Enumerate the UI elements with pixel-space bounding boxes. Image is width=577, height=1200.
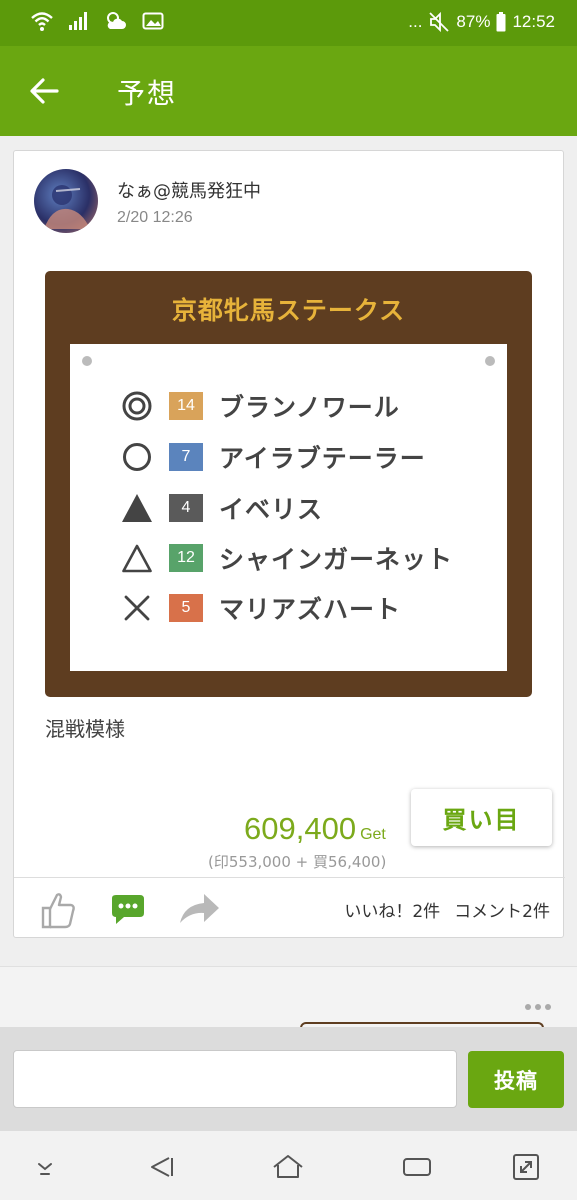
recent-apps-icon[interactable] bbox=[399, 1149, 435, 1185]
signal-icon bbox=[68, 11, 90, 31]
pick-row: 5 マリアズハート bbox=[120, 590, 401, 626]
battery-percent: 87% bbox=[456, 12, 491, 31]
battery-icon bbox=[496, 12, 506, 32]
comment-bubble-icon[interactable] bbox=[109, 894, 147, 930]
wifi-icon bbox=[30, 10, 54, 32]
user-name[interactable]: なぁ@競馬発狂中 bbox=[117, 177, 261, 203]
page-title: 予想 bbox=[117, 77, 178, 110]
card-divider bbox=[14, 877, 565, 878]
double-circle-mark-icon bbox=[120, 389, 154, 423]
horse-name: ブランノワール bbox=[219, 393, 400, 422]
comment-count[interactable]: コメント2件 bbox=[454, 897, 550, 922]
submit-button[interactable]: 投稿 bbox=[468, 1051, 564, 1108]
weather-icon bbox=[104, 10, 128, 32]
horse-name: アイラブテーラー bbox=[219, 444, 426, 473]
pin-left bbox=[82, 356, 92, 366]
expand-icon[interactable] bbox=[508, 1149, 544, 1185]
clock: 12:52 bbox=[512, 12, 555, 31]
pick-row: 12 シャインガーネット bbox=[120, 540, 453, 576]
status-bar: ... 87% 12:52 bbox=[0, 0, 577, 46]
notification-dots: ... bbox=[408, 12, 423, 31]
back-nav-icon[interactable] bbox=[143, 1149, 179, 1185]
pick-row: 4 イベリス bbox=[120, 490, 323, 526]
pick-row: 14 ブランノワール bbox=[120, 388, 400, 424]
post-comment: 混戦模様 bbox=[45, 717, 125, 741]
image-icon bbox=[142, 12, 164, 30]
prediction-card: なぁ@競馬発狂中 2/20 12:26 京都牝馬ステークス 14 ブランノワール bbox=[13, 150, 565, 938]
score-points: 609,400 bbox=[244, 811, 357, 846]
comment-form: 投稿 bbox=[0, 1027, 577, 1131]
system-navigation-bar bbox=[0, 1131, 577, 1200]
buy-tickets-button[interactable]: 買い目 bbox=[411, 789, 552, 846]
horse-number: 7 bbox=[169, 443, 203, 471]
back-button[interactable] bbox=[24, 71, 64, 111]
horse-name: イベリス bbox=[219, 495, 324, 524]
horse-name: マリアズハート bbox=[219, 595, 402, 624]
prediction-board: 京都牝馬ステークス 14 ブランノワール 7 アイラブテーラー 4 イベリス 1… bbox=[45, 271, 532, 697]
horse-number: 4 bbox=[169, 494, 203, 522]
horse-number: 5 bbox=[169, 594, 203, 622]
horse-name: シャインガーネット bbox=[219, 545, 454, 574]
more-options-icon[interactable] bbox=[524, 996, 552, 1015]
triangle-mark-icon bbox=[120, 541, 154, 575]
avatar[interactable] bbox=[34, 169, 98, 233]
pin-right bbox=[485, 356, 495, 366]
like-count[interactable]: いいね！2件 bbox=[344, 897, 440, 922]
horse-number: 12 bbox=[169, 544, 203, 572]
mute-icon bbox=[428, 11, 450, 33]
race-title: 京都牝馬ステークス bbox=[171, 296, 406, 325]
cross-mark-icon bbox=[120, 591, 154, 625]
post-date: 2/20 12:26 bbox=[117, 209, 193, 226]
score: 609,400 Get bbox=[244, 811, 386, 847]
score-unit: Get bbox=[360, 826, 386, 843]
app-bar: 予想 bbox=[0, 46, 577, 136]
pick-row: 7 アイラブテーラー bbox=[120, 439, 426, 475]
horse-number: 14 bbox=[169, 392, 203, 420]
reaction-counts: いいね！2件 コメント2件 bbox=[344, 897, 550, 922]
home-icon[interactable] bbox=[270, 1149, 306, 1185]
comment-input[interactable] bbox=[13, 1050, 457, 1108]
keyboard-hide-icon[interactable] bbox=[27, 1149, 63, 1185]
share-arrow-icon[interactable] bbox=[178, 891, 220, 929]
score-breakdown: (印553,000 + 買56,400) bbox=[208, 853, 387, 871]
circle-mark-icon bbox=[120, 440, 154, 474]
prediction-paper: 14 ブランノワール 7 アイラブテーラー 4 イベリス 12 シャインガーネッ… bbox=[70, 344, 507, 671]
filled-triangle-mark-icon bbox=[120, 491, 154, 525]
thumbs-up-icon[interactable] bbox=[40, 891, 76, 933]
arrow-left-icon bbox=[30, 78, 59, 104]
